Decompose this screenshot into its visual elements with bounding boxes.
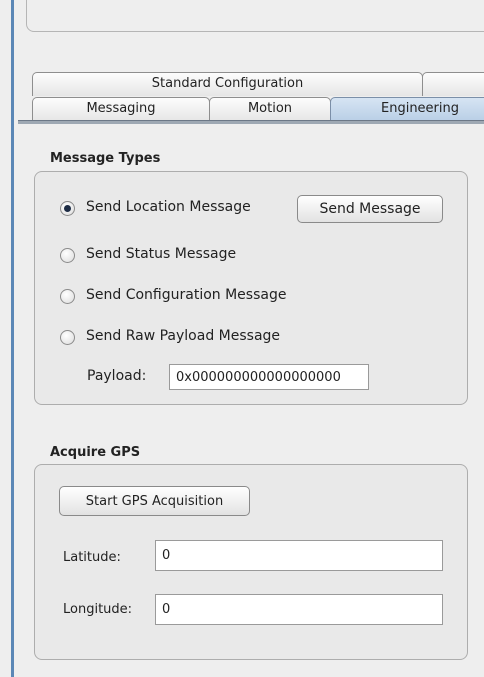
window-left-border (11, 0, 14, 677)
send-status-radio[interactable] (60, 248, 75, 263)
start-gps-acquisition-button[interactable]: Start GPS Acquisition (59, 486, 250, 516)
longitude-label: Longitude: (63, 602, 133, 617)
send-message-button[interactable]: Send Message (297, 195, 443, 223)
payload-label: Payload: (87, 368, 147, 384)
tab-motion[interactable]: Motion (209, 97, 331, 121)
send-configuration-radio[interactable] (60, 289, 75, 304)
top-panel (26, 0, 484, 32)
tab-standard-configuration[interactable]: Standard Configuration (32, 72, 423, 96)
tab-engineering[interactable]: Engineering (330, 97, 484, 121)
send-raw-payload-label[interactable]: Send Raw Payload Message (86, 328, 280, 344)
latitude-label: Latitude: (63, 550, 121, 565)
acquire-gps-title: Acquire GPS (50, 445, 141, 460)
message-types-title: Message Types (50, 151, 161, 166)
send-status-label[interactable]: Send Status Message (86, 246, 236, 262)
tab-messaging[interactable]: Messaging (32, 97, 210, 121)
send-configuration-label[interactable]: Send Configuration Message (86, 287, 286, 303)
send-location-label[interactable]: Send Location Message (86, 199, 251, 215)
tab-unnamed[interactable] (422, 72, 484, 96)
latitude-input[interactable] (155, 540, 443, 571)
send-location-radio[interactable] (60, 201, 75, 216)
payload-input[interactable] (169, 364, 369, 390)
longitude-input[interactable] (155, 594, 443, 625)
send-raw-payload-radio[interactable] (60, 330, 75, 345)
